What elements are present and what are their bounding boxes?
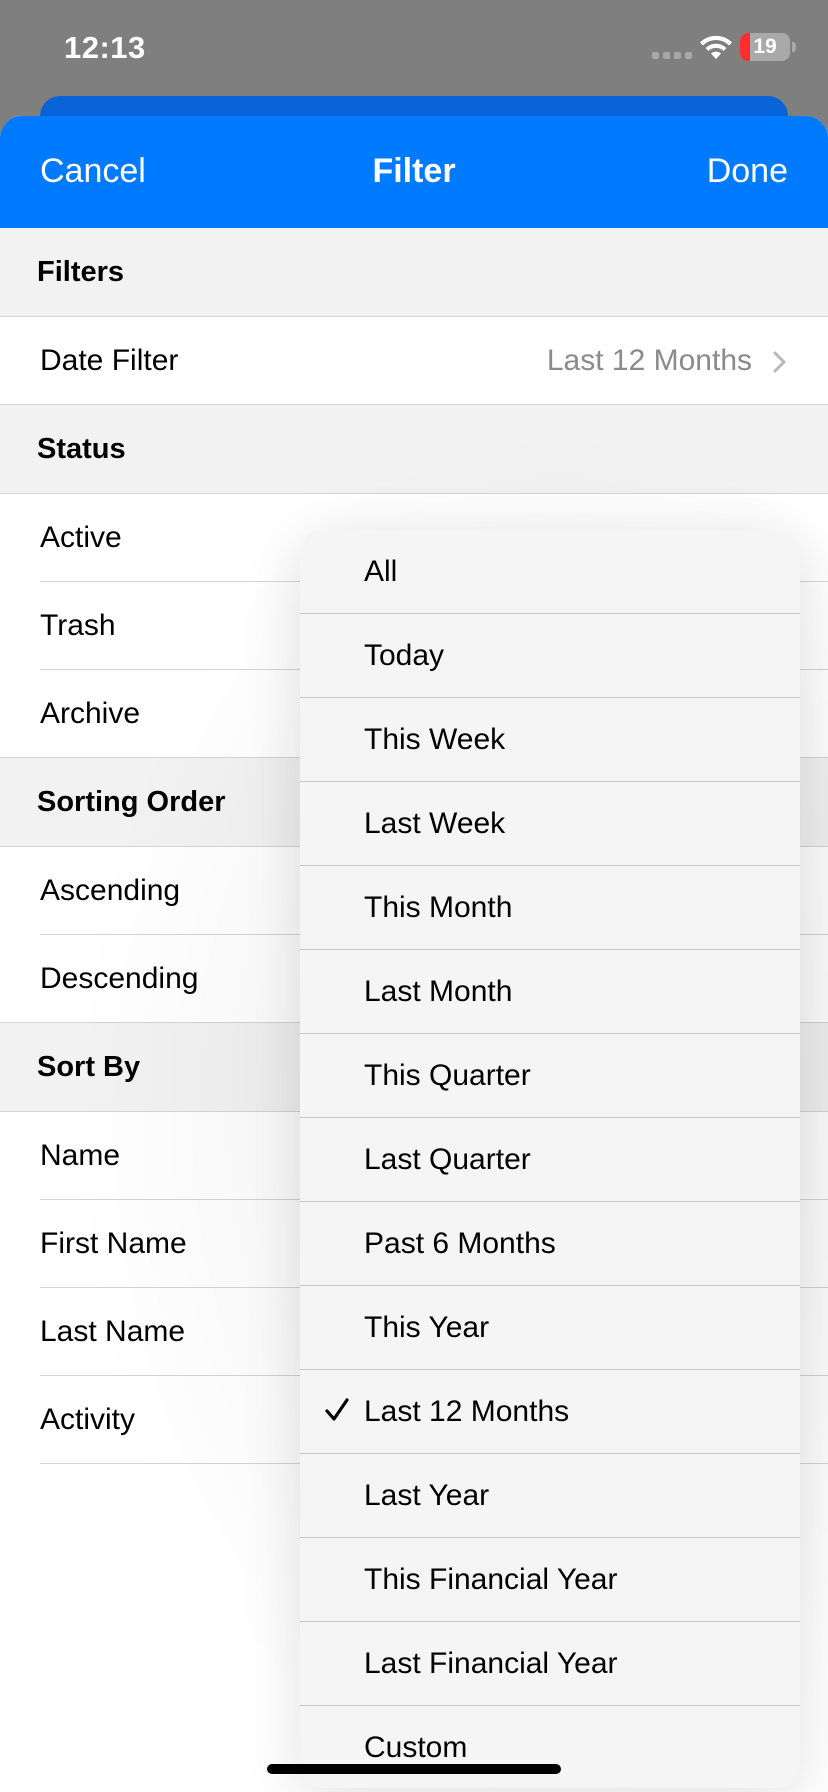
date-filter-row[interactable]: Date Filter Last 12 Months xyxy=(0,317,828,405)
section-header-filters: Filters xyxy=(0,228,828,317)
menu-item-label: This Month xyxy=(364,891,513,924)
menu-item-label: This Financial Year xyxy=(364,1563,618,1596)
menu-item-all[interactable]: All xyxy=(300,530,800,614)
wifi-icon xyxy=(700,35,732,59)
row-label: Descending xyxy=(40,962,199,995)
menu-item-custom[interactable]: Custom xyxy=(300,1706,800,1788)
menu-item-last-year[interactable]: Last Year xyxy=(300,1454,800,1538)
menu-item-label: This Quarter xyxy=(364,1059,531,1092)
menu-item-label: Custom xyxy=(364,1731,468,1764)
filter-sheet: Cancel Filter Done Filters Date Filter L… xyxy=(0,116,828,1792)
menu-item-label: Last Week xyxy=(364,807,506,840)
battery-icon: 19 xyxy=(740,33,790,61)
checkmark-icon xyxy=(325,1398,349,1421)
menu-item-label: Today xyxy=(364,639,445,672)
date-filter-value: Last 12 Months xyxy=(546,344,752,377)
menu-item-this-year[interactable]: This Year xyxy=(300,1286,800,1370)
menu-item-label: Last 12 Months xyxy=(364,1395,570,1428)
chevron-right-icon xyxy=(773,351,786,373)
section-title: Sort By xyxy=(37,1051,141,1083)
menu-item-label: All xyxy=(364,555,398,588)
battery-tip xyxy=(792,42,796,52)
menu-item-label: Last Year xyxy=(364,1479,490,1512)
date-filter-label: Date Filter xyxy=(40,344,179,377)
menu-item-this-quarter[interactable]: This Quarter xyxy=(300,1034,800,1118)
menu-item-label: Last Month xyxy=(364,975,513,1008)
home-indicator[interactable] xyxy=(267,1764,561,1774)
row-label: Archive xyxy=(40,697,141,730)
menu-item-label: This Year xyxy=(364,1311,490,1344)
menu-item-label: Past 6 Months xyxy=(364,1227,556,1260)
menu-item-this-week[interactable]: This Week xyxy=(300,698,800,782)
menu-item-this-month[interactable]: This Month xyxy=(300,866,800,950)
navigation-bar: Cancel Filter Done xyxy=(0,116,828,228)
menu-item-label: This Week xyxy=(364,723,506,756)
status-time: 12:13 xyxy=(64,30,146,65)
battery-level: 19 xyxy=(753,35,777,58)
section-title: Sorting Order xyxy=(37,786,226,818)
menu-item-last-week[interactable]: Last Week xyxy=(300,782,800,866)
row-label: Trash xyxy=(40,609,116,642)
menu-item-today[interactable]: Today xyxy=(300,614,800,698)
done-button[interactable]: Done xyxy=(707,152,788,191)
status-bar: 12:13 19 xyxy=(0,0,828,100)
section-title: Filters xyxy=(37,256,125,288)
row-label: Name xyxy=(40,1139,121,1172)
row-label: First Name xyxy=(40,1227,187,1260)
menu-item-label: Last Financial Year xyxy=(364,1647,618,1680)
section-title: Status xyxy=(37,433,126,465)
menu-item-past-6-months[interactable]: Past 6 Months xyxy=(300,1202,800,1286)
row-label: Active xyxy=(40,521,122,554)
menu-item-label: Last Quarter xyxy=(364,1143,531,1176)
row-label: Activity xyxy=(40,1403,136,1436)
row-label: Ascending xyxy=(40,874,181,907)
section-header-status: Status xyxy=(0,405,828,494)
menu-item-this-financial-year[interactable]: This Financial Year xyxy=(300,1538,800,1622)
page-title: Filter xyxy=(372,152,456,190)
cellular-signal-icon xyxy=(652,52,692,59)
menu-item-last-financial-year[interactable]: Last Financial Year xyxy=(300,1622,800,1706)
menu-item-last-12-months[interactable]: Last 12 Months xyxy=(300,1370,800,1454)
row-label: Last Name xyxy=(40,1315,186,1348)
menu-item-last-quarter[interactable]: Last Quarter xyxy=(300,1118,800,1202)
menu-item-last-month[interactable]: Last Month xyxy=(300,950,800,1034)
date-filter-menu: All Today This Week Last Week This Month… xyxy=(300,530,800,1788)
